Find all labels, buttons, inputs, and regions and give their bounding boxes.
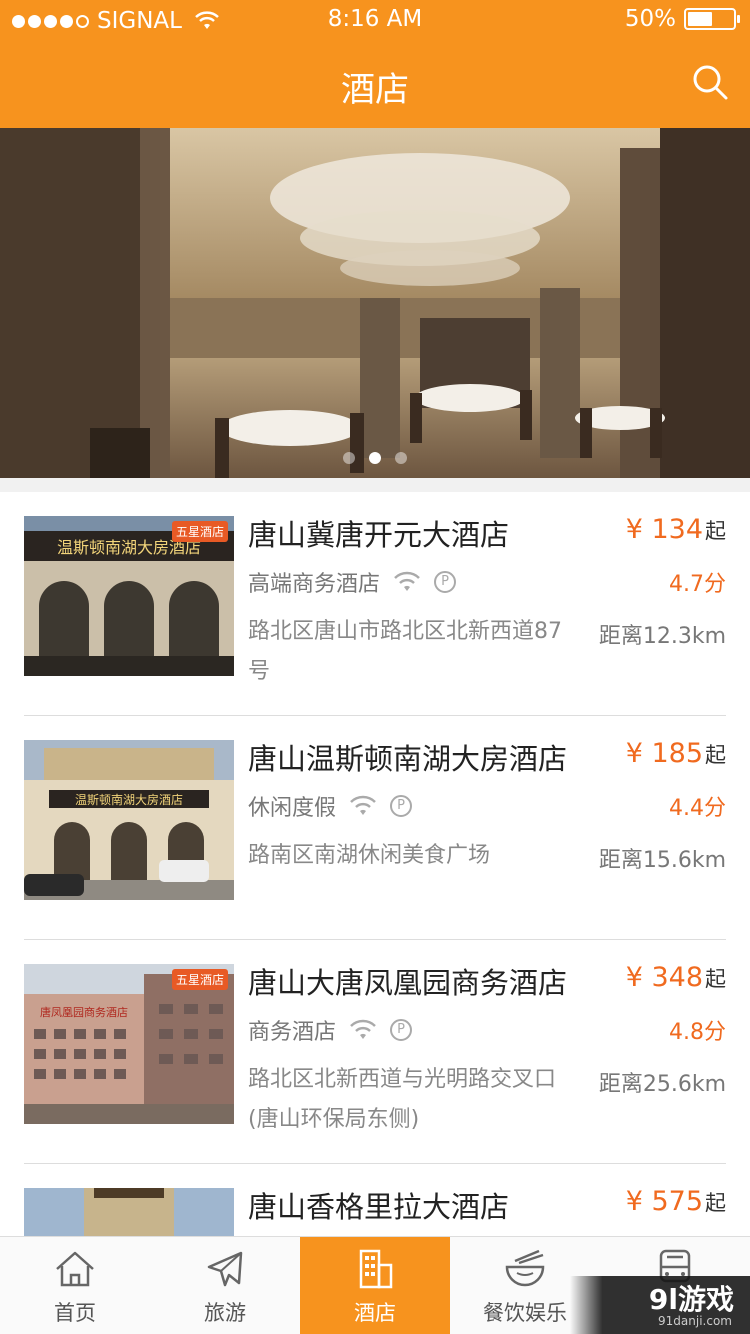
search-icon[interactable]	[690, 62, 730, 102]
wifi-amenity-icon	[350, 1019, 376, 1039]
hotel-sign-text: 温斯顿南湖大房酒店	[75, 792, 183, 807]
banner-pager[interactable]	[0, 452, 750, 464]
hotel-address: 路北区北新西道与光明路交叉口(唐山环保局东侧)	[248, 1067, 557, 1132]
hotel-distance: 距离15.6km	[598, 848, 726, 873]
hotel-distance: 距离12.3km	[598, 624, 726, 649]
hotel-price: ¥ 134起	[625, 514, 726, 545]
hotel-sign-text: 唐凤凰园商务酒店	[40, 1005, 128, 1019]
pager-dot[interactable]	[343, 452, 355, 464]
banner-image	[0, 128, 750, 478]
parking-amenity-icon: P	[434, 571, 457, 593]
hotel-distance: 距离25.6km	[598, 1072, 726, 1097]
hotel-list-item[interactable]: 温斯顿南湖大房酒店 五星酒店 唐山冀唐开元大酒店 ¥ 134起 高端商务酒店 P…	[0, 492, 750, 716]
battery-icon	[684, 8, 740, 30]
hotel-type: 高端商务酒店 P	[248, 566, 457, 598]
hotel-name: 唐山大唐凤凰园商务酒店	[248, 966, 568, 1000]
hotel-name: 唐山冀唐开元大酒店	[248, 518, 510, 552]
hotel-list: 温斯顿南湖大房酒店 五星酒店 唐山冀唐开元大酒店 ¥ 134起 高端商务酒店 P…	[0, 492, 750, 1334]
hotel-score: 4.4分	[669, 796, 726, 821]
watermark-text: 9l游戏	[648, 1283, 734, 1316]
page-title: 酒店	[341, 70, 409, 110]
hotel-thumbnail: 温斯顿南湖大房酒店 五星酒店	[24, 516, 234, 676]
hotel-score: 4.8分	[669, 1020, 726, 1045]
watermark-url: 91danji.com	[658, 1314, 732, 1328]
pager-dot-active[interactable]	[369, 452, 381, 464]
nav-bar: 酒店	[0, 40, 750, 128]
hotel-thumbnail: 温斯顿南湖大房酒店	[24, 740, 234, 900]
watermark-logo: 9l游戏 91danji.com	[570, 1276, 750, 1334]
parking-amenity-icon: P	[390, 795, 413, 817]
plane-icon	[207, 1251, 243, 1287]
hotel-list-item[interactable]: 唐凤凰园商务酒店 五星酒店 唐山大唐凤凰园商务酒店 ¥ 348起 商务酒店 P …	[0, 940, 750, 1164]
hotel-address: 路北区唐山市路北区北新西道87号	[248, 619, 562, 684]
banner-carousel[interactable]	[0, 128, 750, 478]
hotel-price: ¥ 185起	[625, 738, 726, 769]
section-separator	[0, 478, 750, 492]
hotel-list-item[interactable]: 温斯顿南湖大房酒店 唐山温斯顿南湖大房酒店 ¥ 185起 休闲度假 P 4.4分…	[0, 716, 750, 940]
pager-dot[interactable]	[395, 452, 407, 464]
tab-travel[interactable]: 旅游	[150, 1237, 300, 1334]
tab-label: 酒店	[354, 1301, 396, 1325]
hotel-type: 休闲度假 P	[248, 790, 413, 822]
battery-percent: 50%	[624, 6, 676, 32]
building-icon	[359, 1249, 393, 1289]
hotel-thumbnail: 唐凤凰园商务酒店 五星酒店	[24, 964, 234, 1124]
hotel-score: 4.7分	[669, 572, 726, 597]
hotel-price: ¥ 575起	[625, 1186, 726, 1217]
battery-indicator: 50%	[624, 6, 740, 32]
status-bar: SIGNAL 8:16 AM 50%	[0, 0, 750, 40]
tab-hotel[interactable]: 酒店	[300, 1237, 450, 1334]
hotel-address: 路南区南湖休闲美食广场	[248, 843, 491, 868]
wifi-amenity-icon	[350, 795, 376, 815]
bowl-icon	[505, 1249, 545, 1287]
star-rating-badge: 五星酒店	[171, 521, 228, 542]
tab-label: 旅游	[204, 1301, 246, 1325]
parking-amenity-icon: P	[390, 1019, 413, 1041]
home-icon	[56, 1251, 94, 1287]
tab-home[interactable]: 首页	[0, 1237, 150, 1334]
tab-label: 首页	[54, 1301, 96, 1325]
hotel-name: 唐山温斯顿南湖大房酒店	[248, 742, 568, 776]
hotel-name: 唐山香格里拉大酒店	[248, 1190, 510, 1224]
hotel-type: 商务酒店 P	[248, 1014, 413, 1046]
star-rating-badge: 五星酒店	[171, 969, 228, 990]
hotel-price: ¥ 348起	[625, 962, 726, 993]
wifi-amenity-icon	[394, 571, 420, 591]
